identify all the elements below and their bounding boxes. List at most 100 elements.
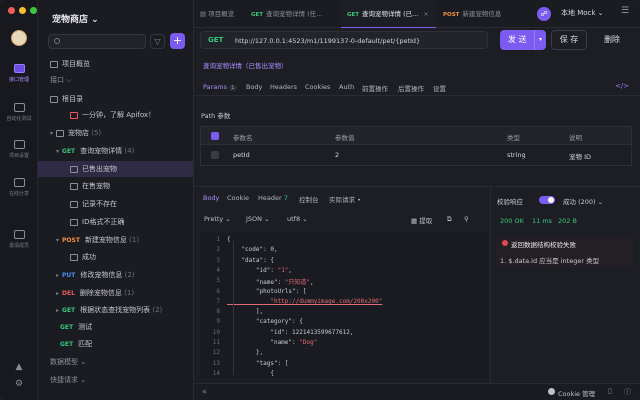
- sidebar-item-get-pet[interactable]: ▾ GET 查询宠物详情 (4): [38, 143, 193, 159]
- tab-post-processors[interactable]: 后置操作: [398, 83, 424, 93]
- tab-response-body[interactable]: Body: [203, 194, 219, 202]
- copy-icon[interactable]: ⧉: [447, 215, 452, 224]
- rail-item-invite[interactable]: 邀请成员: [0, 230, 38, 249]
- close-icon[interactable]: ×: [423, 10, 428, 18]
- sidebar-section-models[interactable]: 数据模型 ⌄: [38, 354, 193, 370]
- environment-select[interactable]: 本地 Mock ⌄: [561, 8, 604, 18]
- close-window-button[interactable]: [8, 7, 15, 14]
- tab-get-pet-any[interactable]: GET 查询宠物详情 (任...: [251, 0, 341, 28]
- sidebar-item-onsale[interactable]: 在售宠物: [38, 178, 193, 194]
- param-value-field[interactable]: 2: [335, 151, 339, 159]
- request-subtabs: Params 1 Body Headers Cookies Auth 前置操作 后…: [194, 80, 640, 96]
- status-bar: « Cookie 管理 ▯ ⓘ: [194, 383, 640, 400]
- search-icon[interactable]: ⚲: [464, 215, 469, 223]
- line-number: 6: [216, 287, 220, 295]
- collapse-icon[interactable]: «: [202, 387, 207, 396]
- cookie-manager-button[interactable]: Cookie 管理: [558, 388, 595, 398]
- code-icon[interactable]: </>: [615, 82, 629, 90]
- save-button[interactable]: 保 存: [551, 30, 587, 50]
- sidebar-item-match[interactable]: GET 匹配: [38, 336, 193, 352]
- help-icon[interactable]: ⓘ: [624, 387, 631, 397]
- promo-icon: [70, 111, 78, 119]
- left-rail: 接口管理 自动化测试 项目设置 在线分享 邀请成员 ▲ ⚙: [0, 0, 38, 400]
- tab-actual-request[interactable]: 实际请求 •: [329, 194, 361, 204]
- tab-overview[interactable]: ▤ 项目概览: [200, 0, 256, 28]
- sidebar-folder-petstore[interactable]: ▾ 宠物店 (5): [38, 125, 193, 141]
- send-button[interactable]: 发 送 ▾: [500, 30, 546, 50]
- code-line: "code": 0,: [227, 246, 278, 254]
- bell-icon[interactable]: ▲: [14, 362, 24, 372]
- method-select[interactable]: GET: [208, 36, 223, 44]
- line-number: 10: [212, 328, 220, 336]
- tab-cookies[interactable]: Cookies: [305, 83, 330, 91]
- sidebar-section-shortcuts[interactable]: 快捷请求 ⌄: [38, 372, 193, 388]
- tab-post-pet[interactable]: POST 新建宠物信息: [443, 0, 533, 28]
- tab-get-pet-sold[interactable]: GET 查询宠物详情 (已... ×: [341, 0, 436, 28]
- avatar[interactable]: [11, 30, 27, 46]
- validation-toggle[interactable]: [539, 196, 555, 204]
- overview-icon: ▤: [200, 10, 209, 18]
- code-line: {: [227, 236, 231, 243]
- gear-icon[interactable]: ⚙: [14, 379, 24, 389]
- sidebar-item-overview[interactable]: 项目概览: [38, 56, 193, 72]
- sidebar-item-put-pet[interactable]: ▸ PUT 修改宠物信息 (2): [38, 267, 193, 283]
- project-title[interactable]: 宠物商店 ⌄: [52, 12, 99, 25]
- minimize-window-button[interactable]: [19, 7, 26, 14]
- sidebar-item-post-pet[interactable]: ▾ POST 新建宠物信息 (1): [38, 232, 193, 248]
- rail-item-share[interactable]: 在线分享: [0, 178, 38, 197]
- rail-item-settings[interactable]: 项目设置: [0, 140, 38, 159]
- search-input[interactable]: [48, 34, 146, 49]
- chevron-down-icon: ▾: [56, 237, 60, 244]
- sidebar-item-notfound[interactable]: 记录不存在: [38, 196, 193, 212]
- tab-console[interactable]: 控制台: [299, 194, 319, 204]
- sidebar-item-test[interactable]: GET 测试: [38, 319, 193, 335]
- tab-body[interactable]: Body: [246, 83, 262, 91]
- size-badge: 202 B: [558, 217, 577, 225]
- rail-item-interfaces[interactable]: 接口管理: [0, 64, 38, 83]
- sidebar-item-find-by-status[interactable]: ▸ GET 根据状态查找宠物列表 (2): [38, 302, 193, 318]
- menu-icon[interactable]: ☰: [621, 6, 629, 16]
- sidebar-item-promo[interactable]: 一分钟，了解 Apifox！: [38, 107, 193, 123]
- environment-icon[interactable]: ☍: [537, 7, 551, 21]
- tab-headers[interactable]: Headers: [270, 83, 297, 91]
- sidebar-item-root[interactable]: 根目录: [38, 91, 193, 107]
- select-all-checkbox[interactable]: [211, 132, 219, 140]
- encoding-select[interactable]: utf8 ⌄: [287, 215, 308, 223]
- param-name-field[interactable]: petId: [233, 151, 250, 159]
- tab-settings[interactable]: 设置: [433, 83, 446, 93]
- line-number: 7: [216, 297, 220, 305]
- filter-button[interactable]: ▽: [150, 34, 165, 49]
- language-select[interactable]: JSON ⌄: [246, 215, 270, 223]
- row-checkbox[interactable]: [211, 151, 219, 159]
- tab-params[interactable]: Params 1: [203, 83, 237, 91]
- code-line: "name": "只知道",: [227, 279, 314, 287]
- validation-result-select[interactable]: 成功 (200) ⌄: [563, 196, 603, 206]
- chevron-down-icon[interactable]: ▾: [534, 30, 546, 50]
- sidebar-item-success[interactable]: 成功: [38, 249, 193, 265]
- line-number: 13: [212, 359, 220, 367]
- sidebar-item-badid[interactable]: ID格式不正确: [38, 214, 193, 230]
- tab-response-header[interactable]: Header 7: [258, 194, 288, 202]
- sidebar-item-sold[interactable]: 已售出宠物: [38, 161, 193, 177]
- extract-button[interactable]: ▦ 提取: [411, 215, 432, 225]
- format-select[interactable]: Pretty ⌄: [204, 215, 231, 223]
- add-button[interactable]: +: [170, 33, 185, 49]
- chevron-right-icon: ▸: [56, 307, 60, 314]
- url-input[interactable]: GET http://127.0.0.1:4523/m1/1199137-0-d…: [200, 31, 488, 49]
- delete-button[interactable]: 删除: [594, 30, 630, 50]
- folder-icon: [56, 129, 65, 137]
- window-controls: [8, 7, 37, 14]
- case-icon: [70, 165, 78, 173]
- layout-icon[interactable]: ▯: [608, 387, 612, 395]
- invite-icon: [13, 230, 25, 239]
- tab-auth[interactable]: Auth: [339, 83, 354, 91]
- param-type-select[interactable]: string: [507, 151, 526, 159]
- maximize-window-button[interactable]: [30, 7, 37, 14]
- param-description[interactable]: 宠物 ID: [569, 151, 591, 161]
- line-number: 5: [216, 277, 220, 285]
- rail-item-automation[interactable]: 自动化测试: [0, 103, 38, 122]
- tab-response-cookie[interactable]: Cookie: [227, 194, 249, 202]
- tab-pre-processors[interactable]: 前置操作: [362, 83, 388, 93]
- sidebar-item-delete-pet[interactable]: ▸ DEL 删除宠物信息 (1): [38, 285, 193, 301]
- sidebar-section-interfaces[interactable]: 接口 ⌵: [38, 72, 193, 88]
